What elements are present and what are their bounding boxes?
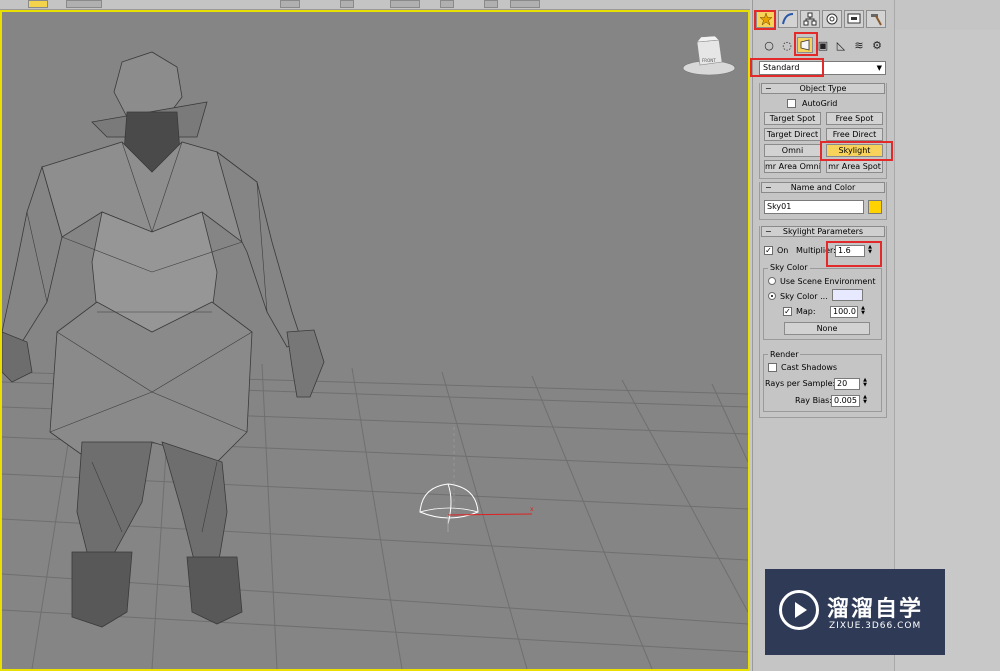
flashlight-icon <box>800 39 810 51</box>
svg-text:x: x <box>530 506 534 513</box>
command-panel-tabs <box>753 8 895 30</box>
hierarchy-tab[interactable] <box>800 10 820 28</box>
watermark-title: 溜溜自学 <box>827 597 924 622</box>
map-label: Map: <box>796 307 816 316</box>
sky-color-radio[interactable] <box>768 292 776 300</box>
lights-icon[interactable] <box>797 37 813 53</box>
free-spot-button[interactable]: Free Spot <box>826 112 883 125</box>
space-warps-icon[interactable]: ≋ <box>851 37 867 53</box>
watermark: 溜溜自学 ZIXUE.3D66.COM <box>765 569 945 655</box>
mr-area-spot-button[interactable]: mr Area Spot <box>826 160 883 173</box>
category-icon-row: ○ ◌ ▣ ◺ ≋ ⚙ <box>753 36 895 56</box>
hierarchy-icon <box>803 12 817 26</box>
target-spot-button[interactable]: Target Spot <box>764 112 821 125</box>
play-logo-icon <box>779 590 819 630</box>
free-direct-button[interactable]: Free Direct <box>826 128 883 141</box>
toolbar-button[interactable] <box>340 0 354 8</box>
create-tab[interactable] <box>756 10 776 28</box>
geometry-icon[interactable]: ○ <box>761 37 777 53</box>
toolbar-button[interactable] <box>440 0 454 8</box>
multiplier-spinner[interactable]: ▲ ▼ <box>867 245 873 257</box>
multiplier-field[interactable]: 1.6 <box>835 245 865 257</box>
cast-shadows-label: Cast Shadows <box>781 363 838 372</box>
panel-header-strip <box>894 0 1000 30</box>
helpers-icon[interactable]: ◺ <box>833 37 849 53</box>
chevron-down-icon: ▼ <box>876 64 882 72</box>
mr-area-omni-button[interactable]: mr Area Omni <box>764 160 821 173</box>
skylight-button[interactable]: Skylight <box>826 144 883 157</box>
object-name-field[interactable]: Sky01 <box>764 200 864 214</box>
rays-per-sample-label: Rays per Sample: <box>765 379 836 388</box>
map-amount-spinner[interactable]: ▲ ▼ <box>860 306 866 318</box>
map-none-button[interactable]: None <box>784 322 870 335</box>
on-label: On <box>777 246 789 255</box>
create-icon <box>759 12 773 26</box>
sky-color-swatch[interactable] <box>832 289 863 301</box>
cameras-icon[interactable]: ▣ <box>815 37 831 53</box>
object-type-rollout: − Object Type AutoGrid Target Spot Free S… <box>759 83 887 179</box>
toolbar-button[interactable] <box>66 0 102 8</box>
motion-tab[interactable] <box>822 10 842 28</box>
ray-bias-spinner[interactable]: ▲ ▼ <box>862 395 868 407</box>
modify-tab[interactable] <box>778 10 798 28</box>
ray-bias-field[interactable]: 0.005 <box>831 395 860 407</box>
rollout-title: Skylight Parameters <box>782 227 864 236</box>
viewcube-label: FRONT <box>702 58 716 63</box>
multiplier-label: Multiplier: <box>796 246 836 255</box>
rollout-header[interactable]: − Object Type <box>761 83 885 94</box>
on-checkbox[interactable]: ✓ <box>764 246 773 255</box>
toolbar-button[interactable] <box>390 0 420 8</box>
render-group-label: Render <box>768 350 801 359</box>
object-color-swatch[interactable] <box>868 200 882 214</box>
skylight-parameters-rollout: − Skylight Parameters ✓ On Multiplier: 1.… <box>759 226 887 418</box>
rays-per-sample-field[interactable]: 20 <box>834 378 860 390</box>
toolbar-button[interactable] <box>484 0 498 8</box>
map-amount-field[interactable]: 100.0 <box>830 306 858 318</box>
main-toolbar <box>0 0 750 10</box>
character-mesh <box>2 51 325 628</box>
rollout-title: Object Type <box>799 84 847 93</box>
rollout-header[interactable]: − Skylight Parameters <box>761 226 885 237</box>
watermark-url: ZIXUE.3D66.COM <box>829 621 922 631</box>
motion-icon <box>826 13 838 25</box>
target-direct-button[interactable]: Target Direct <box>764 128 821 141</box>
sky-color-label: Sky Color ... <box>780 292 828 301</box>
rollout-title: Name and Color <box>790 183 856 192</box>
scene-canvas: x <box>2 35 748 669</box>
sky-color-group-label: Sky Color <box>768 263 810 272</box>
rollout-header[interactable]: − Name and Color <box>761 182 885 193</box>
toolbar-button[interactable] <box>280 0 300 8</box>
name-and-color-rollout: − Name and Color Sky01 <box>759 182 887 220</box>
display-tab[interactable] <box>844 10 864 28</box>
light-type-dropdown[interactable]: Standard ▼ <box>759 61 886 75</box>
dropdown-value: Standard <box>763 63 800 72</box>
display-icon <box>847 13 861 24</box>
modify-icon <box>782 13 794 25</box>
shapes-icon[interactable]: ◌ <box>779 37 795 53</box>
systems-icon[interactable]: ⚙ <box>869 37 885 53</box>
omni-button[interactable]: Omni <box>764 144 821 157</box>
cast-shadows-checkbox[interactable] <box>768 363 777 372</box>
viewcube[interactable] <box>682 35 736 76</box>
autogrid-label: AutoGrid <box>802 99 838 108</box>
autogrid-checkbox[interactable] <box>787 99 796 108</box>
toolbar-button[interactable] <box>510 0 540 8</box>
use-scene-environment-label: Use Scene Environment <box>780 277 876 286</box>
map-checkbox[interactable]: ✓ <box>783 307 792 316</box>
use-scene-environment-radio[interactable] <box>768 277 776 285</box>
perspective-viewport[interactable]: x FRONT <box>0 10 750 671</box>
ray-bias-label: Ray Bias: <box>795 396 833 405</box>
toolbar-button[interactable] <box>28 0 48 8</box>
utilities-tab[interactable] <box>866 10 886 28</box>
hammer-icon <box>871 14 882 26</box>
skylight-gizmo: x <box>419 427 534 532</box>
rays-spinner[interactable]: ▲ ▼ <box>862 378 868 390</box>
